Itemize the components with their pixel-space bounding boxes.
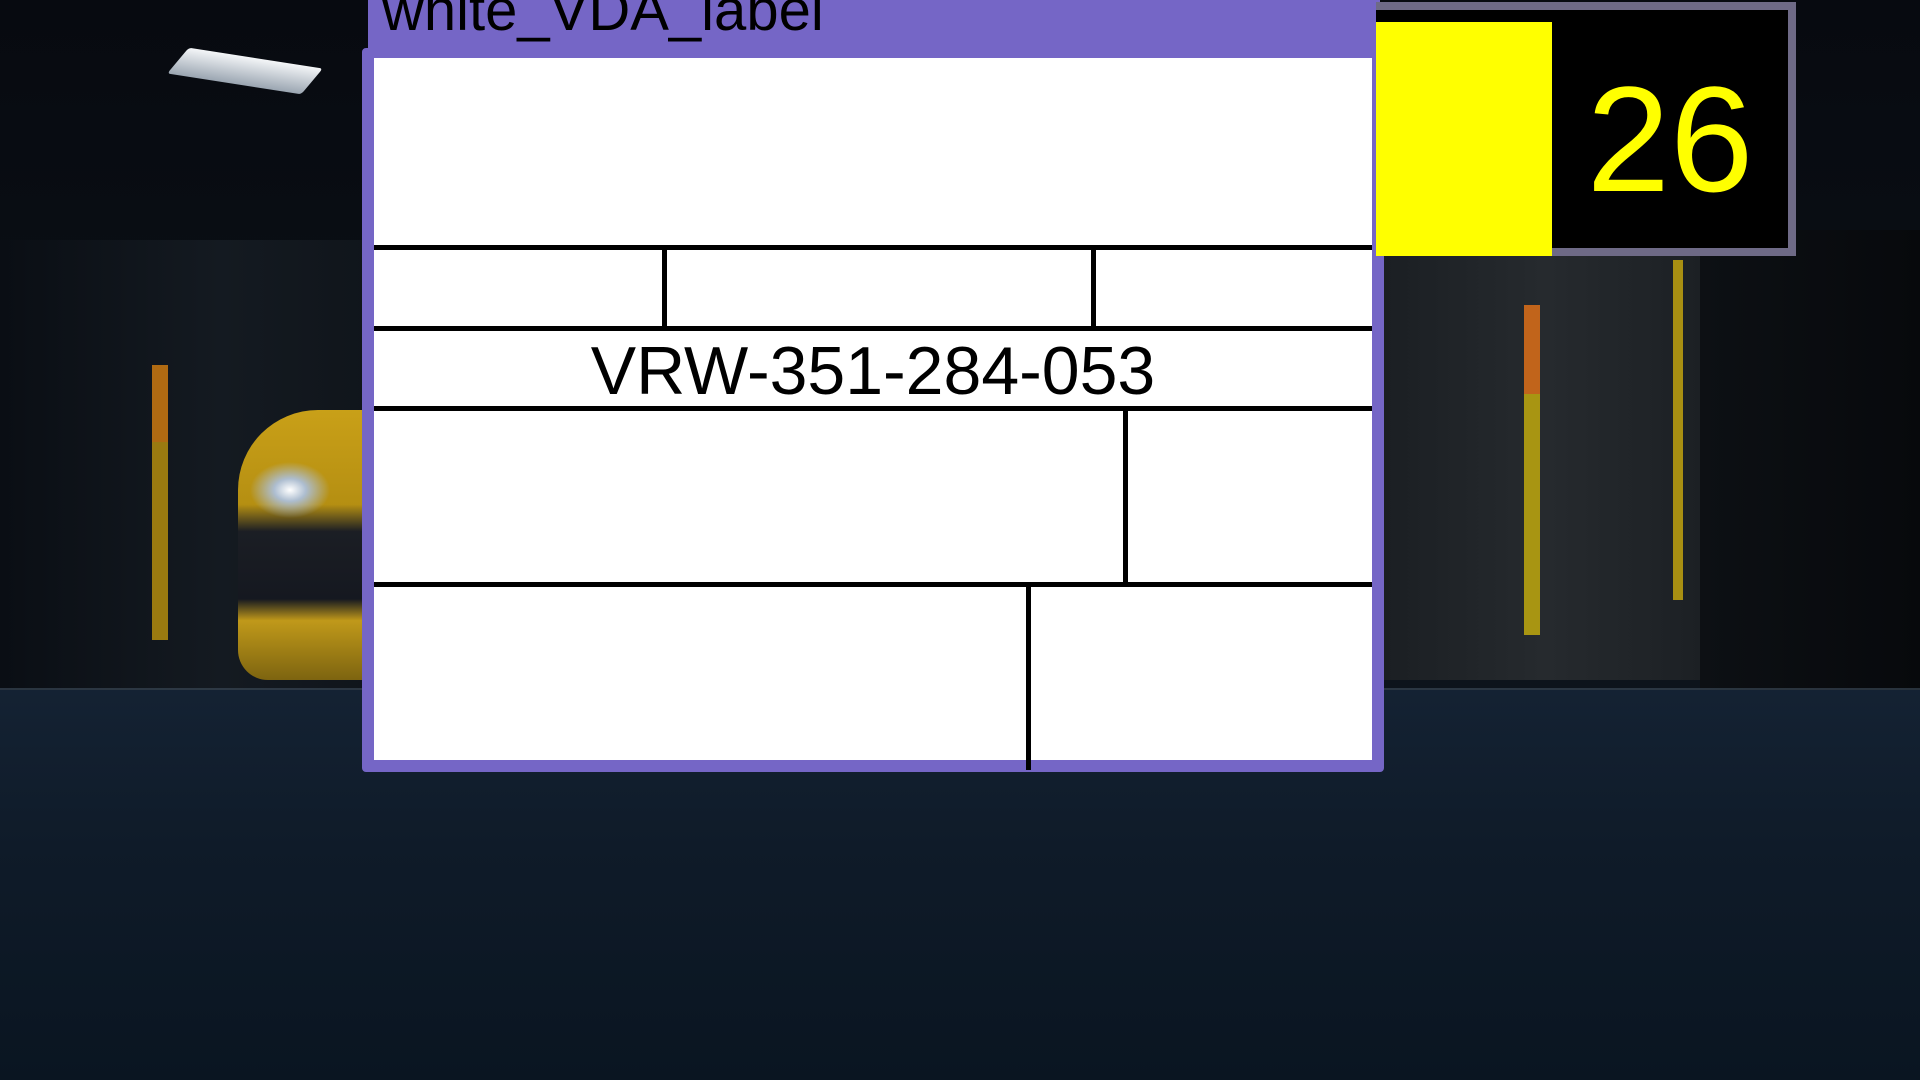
counter-value: 26	[1586, 55, 1754, 223]
label-divider	[1026, 586, 1031, 770]
label-divider	[374, 245, 1372, 250]
yellow-post-far-right	[1673, 260, 1683, 600]
label-divider	[1091, 248, 1096, 326]
window-title: white_VDA_label	[382, 0, 824, 43]
vda-label[interactable]: VRW-351-284-053	[362, 48, 1384, 772]
label-window[interactable]: white_VDA_label VRW-351-284-053	[362, 0, 1384, 772]
label-divider	[374, 406, 1372, 411]
counter-color-swatch	[1376, 22, 1552, 256]
counter-badge: 26	[1376, 2, 1796, 256]
serial-number: VRW-351-284-053	[590, 333, 1156, 409]
label-divider	[662, 248, 667, 326]
label-grid: VRW-351-284-053	[374, 58, 1372, 770]
label-divider	[1123, 408, 1128, 584]
yellow-post-left	[152, 365, 168, 640]
garage-wall-far-right	[1700, 230, 1920, 700]
ceiling-light	[167, 47, 323, 95]
yellow-car	[238, 410, 378, 680]
label-divider	[374, 326, 1372, 331]
label-divider	[374, 582, 1372, 587]
garage-wall-right	[1370, 240, 1720, 680]
yellow-post-right	[1524, 305, 1540, 635]
